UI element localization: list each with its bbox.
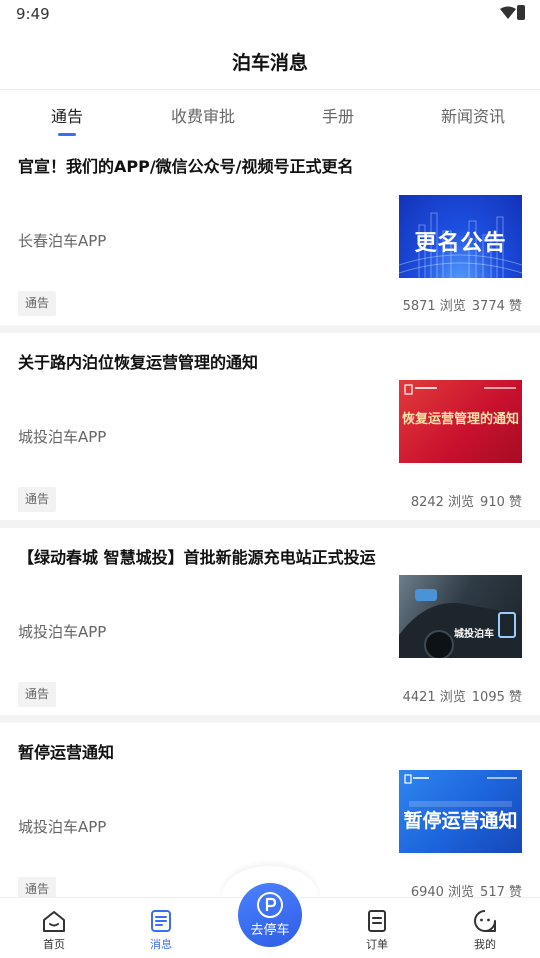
thumbnail-caption: 恢复运营管理的通知 [401,412,519,427]
view-count: 4421 浏览 [402,690,466,705]
article-card[interactable]: 【绿动春城 智慧城投】首批新能源充电站正式投运 城投泊车APP 通告 4421 … [0,528,540,716]
parking-icon [257,892,283,918]
nav-orders-label: 订单 [366,938,388,951]
go-park-button[interactable]: 去停车 [238,883,302,947]
tab-announcement[interactable]: 通告 [17,103,117,127]
tab-bar: 通告 收费审批 手册 新闻资讯 [0,90,540,137]
nav-messages[interactable]: 消息 [131,908,191,952]
orders-icon [368,910,386,932]
article-thumbnail[interactable]: 恢复运营管理的通知 [399,380,522,463]
article-thumbnail[interactable]: 更名公告 [399,195,522,278]
card-separator [0,325,540,333]
article-title[interactable]: 暂停运营通知 [18,739,114,763]
article-tag: 通告 [18,291,57,316]
thumbnail-caption: 城投泊车 [454,629,494,640]
card-separator [0,520,540,528]
tab-fee-approval[interactable]: 收费审批 [153,103,253,127]
nav-orders[interactable]: 订单 [347,908,407,952]
charger-photo-graphic [399,589,522,658]
nav-mine[interactable]: 我的 [455,908,515,952]
article-source: 城投泊车APP [18,623,107,641]
article-source: 城投泊车APP [18,818,107,836]
article-card[interactable]: 官宣！我们的APP/微信公众号/视频号正式更名 长春泊车APP 通告 5871 … [0,137,540,325]
title-bar: 泊车消息 [0,28,540,90]
article-stats: 4421 浏览 1095 赞 [397,686,522,705]
thumbnail-caption: 更名公告 [414,230,507,256]
article-title[interactable]: 官宣！我们的APP/微信公众号/视频号正式更名 [18,153,354,177]
message-icon [151,910,171,932]
nav-mine-label: 我的 [474,938,496,951]
home-icon [43,911,65,932]
like-count: 3774 赞 [471,299,522,314]
article-stats: 5871 浏览 3774 赞 [397,295,522,314]
card-separator [0,715,540,723]
article-title[interactable]: 关于路内泊位恢复运营管理的通知 [18,349,258,373]
article-tag: 通告 [18,487,57,512]
thumbnail-caption: 暂停运营通知 [403,810,518,832]
tab-news[interactable]: 新闻资讯 [423,103,523,127]
article-title[interactable]: 【绿动春城 智慧城投】首批新能源充电站正式投运 [18,544,376,568]
nav-home-label: 首页 [43,938,65,951]
status-time: 9:49 [16,5,50,23]
tab-manual[interactable]: 手册 [288,103,388,127]
tab-indicator [58,133,76,136]
profile-icon [474,910,496,932]
status-bar: 9:49 [0,0,540,28]
battery-icon [517,5,525,20]
article-source: 城投泊车APP [18,428,107,446]
article-source: 长春泊车APP [18,232,107,250]
article-thumbnail[interactable]: 城投泊车 [399,575,522,658]
nav-home[interactable]: 首页 [24,908,84,952]
nav-messages-label: 消息 [150,938,172,951]
like-count: 910 赞 [480,495,522,510]
article-thumbnail[interactable]: 暂停运营通知 [399,770,522,853]
wifi-icon [500,6,516,19]
go-park-label: 去停车 [250,923,290,938]
view-count: 5871 浏览 [402,299,466,314]
like-count: 1095 赞 [471,690,522,705]
article-stats: 8242 浏览 910 赞 [405,491,522,510]
article-tag: 通告 [18,682,57,707]
article-card[interactable]: 关于路内泊位恢复运营管理的通知 城投泊车APP 通告 8242 浏览 910 赞 … [0,333,540,521]
view-count: 8242 浏览 [410,495,475,510]
page-title: 泊车消息 [231,52,308,74]
